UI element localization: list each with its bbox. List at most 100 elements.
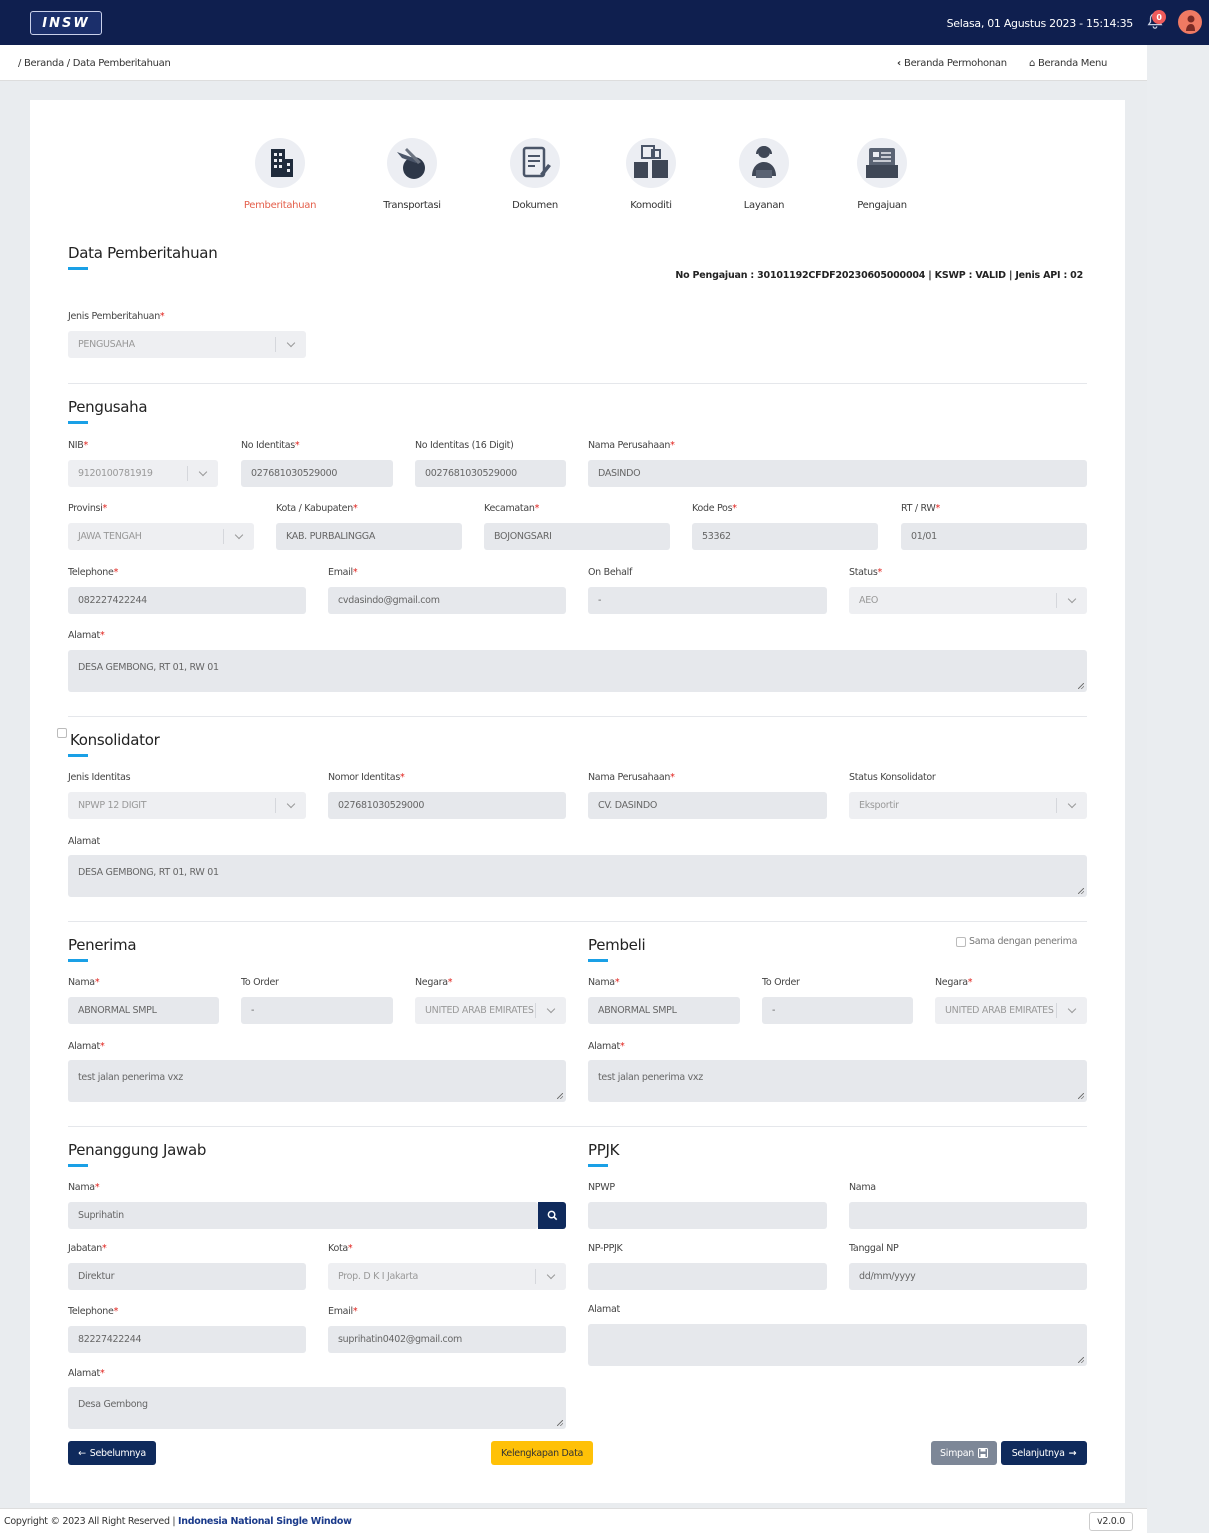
nib-select[interactable]: 9120100781919 xyxy=(68,460,218,487)
kota-field[interactable]: KAB. PURBALINGGA xyxy=(276,523,462,550)
select-separator xyxy=(275,337,276,352)
breadcrumb[interactable]: / Beranda / Data Pemberitahuan xyxy=(18,58,171,69)
ppjk-np-label: NP-PPJK xyxy=(588,1243,623,1254)
on-behalf-field[interactable]: - xyxy=(588,587,827,614)
konsolidator-alamat-label: Alamat xyxy=(68,836,100,847)
ppjk-np-field[interactable] xyxy=(588,1263,827,1290)
folder-icon xyxy=(857,138,907,188)
beranda-menu-link[interactable]: ⌂ Beranda Menu xyxy=(1029,58,1107,69)
pj-alamat-textarea[interactable]: Desa Gembong xyxy=(68,1387,566,1429)
scrollbar-track[interactable] xyxy=(1147,45,1209,1533)
pj-nama-label: Nama* xyxy=(68,1182,100,1193)
select-separator xyxy=(1056,1003,1057,1018)
step-dokumen[interactable]: Dokumen xyxy=(490,138,580,211)
ppjk-nama-field[interactable] xyxy=(849,1202,1087,1229)
section-title-data-pemberitahuan: Data Pemberitahuan xyxy=(68,244,218,262)
penerima-nama-field[interactable]: ABNORMAL SMPL xyxy=(68,997,219,1024)
no-identitas-16-field[interactable]: 0027681030529000 xyxy=(415,460,566,487)
copyright-label: Copyright © 2023 All Right Reserved | xyxy=(4,1516,179,1527)
pembeli-nama-field[interactable]: ABNORMAL SMPL xyxy=(588,997,740,1024)
kelengkapan-data-button[interactable]: Kelengkapan Data xyxy=(491,1441,593,1465)
no-identitas-field[interactable]: 027681030529000 xyxy=(241,460,393,487)
section-title-pembeli: Pembeli xyxy=(588,936,646,954)
no-identitas-16-label: No Identitas (16 Digit) xyxy=(415,440,514,451)
insw-link[interactable]: Indonesia National Single Window xyxy=(178,1516,352,1527)
footer: Copyright © 2023 All Right Reserved | In… xyxy=(0,1508,1147,1533)
status-konsolidator-select[interactable]: Eksportir xyxy=(849,792,1087,819)
penerima-alamat-textarea[interactable]: test jalan penerima vxz xyxy=(68,1060,566,1102)
boxes-icon xyxy=(626,138,676,188)
sebelumnya-button[interactable]: ← Sebelumnya xyxy=(68,1441,156,1465)
kode-pos-label: Kode Pos* xyxy=(692,503,737,514)
selanjutnya-button[interactable]: Selanjutnya → xyxy=(1001,1441,1087,1465)
arrow-left-icon: ← xyxy=(78,1447,86,1459)
penerima-to-order-field[interactable]: - xyxy=(241,997,393,1024)
status-konsolidator-label: Status Konsolidator xyxy=(849,772,936,783)
avatar[interactable] xyxy=(1178,10,1202,34)
step-label: Layanan xyxy=(743,200,785,211)
step-komoditi[interactable]: Komoditi xyxy=(606,138,696,211)
step-transportasi[interactable]: Transportasi xyxy=(367,138,457,211)
nomor-identitas-field[interactable]: 027681030529000 xyxy=(328,792,566,819)
pj-telephone-field[interactable]: 82227422244 xyxy=(68,1326,306,1353)
ppjk-npwp-field[interactable] xyxy=(588,1202,827,1229)
notification-badge: 0 xyxy=(1152,10,1166,24)
pj-nama-field[interactable]: Suprihatin xyxy=(68,1202,538,1229)
email-field[interactable]: cvdasindo@gmail.com xyxy=(328,587,566,614)
alamat-label: Alamat* xyxy=(68,630,105,641)
ppjk-tanggal-label: Tanggal NP xyxy=(849,1243,899,1254)
section-underline xyxy=(588,1164,608,1167)
ppjk-tanggal-field[interactable]: dd/mm/yyyy xyxy=(849,1263,1087,1290)
step-pengajuan[interactable]: Pengajuan xyxy=(837,138,927,211)
divider xyxy=(68,716,1087,717)
user-icon xyxy=(1186,15,1195,31)
simpan-button[interactable]: Simpan xyxy=(931,1441,997,1465)
pj-email-label: Email* xyxy=(328,1306,358,1317)
pj-alamat-label: Alamat* xyxy=(68,1368,105,1379)
kecamatan-field[interactable]: BOJONGSARI xyxy=(484,523,670,550)
simpan-label: Simpan xyxy=(940,1447,974,1459)
pj-telephone-label: Telephone* xyxy=(68,1306,119,1317)
support-agent-icon xyxy=(739,138,789,188)
jenis-pemberitahuan-select[interactable]: PENGUSAHA xyxy=(68,331,306,358)
jenis-identitas-select[interactable]: NPWP 12 DIGIT xyxy=(68,792,306,819)
ppjk-alamat-textarea[interactable] xyxy=(588,1324,1087,1366)
pj-kota-select[interactable]: Prop. D K I Jakarta xyxy=(328,1263,566,1290)
ppjk-nama-label: Nama xyxy=(849,1182,876,1193)
konsolidator-checkbox[interactable] xyxy=(57,728,67,738)
konsolidator-nama-field[interactable]: CV. DASINDO xyxy=(588,792,827,819)
breadcrumb-bar: / Beranda / Data Pemberitahuan ‹ Beranda… xyxy=(0,45,1147,81)
kode-pos-field[interactable]: 53362 xyxy=(692,523,878,550)
pembeli-to-order-label: To Order xyxy=(762,977,800,988)
section-underline xyxy=(68,959,88,962)
pj-jabatan-label: Jabatan* xyxy=(68,1243,107,1254)
section-title-pengusaha: Pengusaha xyxy=(68,398,148,416)
telephone-field[interactable]: 082227422244 xyxy=(68,587,306,614)
step-layanan[interactable]: Layanan xyxy=(719,138,809,211)
chevron-left-icon: ‹ xyxy=(897,58,905,69)
step-pemberitahuan[interactable]: Pemberitahuan xyxy=(235,138,325,211)
pembeli-to-order-field[interactable]: - xyxy=(762,997,913,1024)
pj-jabatan-field[interactable]: Direktur xyxy=(68,1263,306,1290)
alamat-textarea[interactable]: DESA GEMBONG, RT 01, RW 01 xyxy=(68,650,1087,692)
step-label: Transportasi xyxy=(383,200,441,211)
provinsi-select[interactable]: JAWA TENGAH xyxy=(68,523,254,550)
penerima-negara-select[interactable]: UNITED ARAB EMIRATES xyxy=(415,997,566,1024)
konsolidator-alamat-textarea[interactable]: DESA GEMBONG, RT 01, RW 01 xyxy=(68,855,1087,897)
sama-dengan-penerima-checkbox[interactable] xyxy=(956,937,966,947)
pembeli-negara-select[interactable]: UNITED ARAB EMIRATES xyxy=(935,997,1087,1024)
nama-perusahaan-field[interactable]: DASINDO xyxy=(588,460,1087,487)
pj-email-field[interactable]: suprihatin0402@gmail.com xyxy=(328,1326,566,1353)
penerima-nama-label: Nama* xyxy=(68,977,100,988)
nomor-identitas-label: Nomor Identitas* xyxy=(328,772,405,783)
pj-search-button[interactable] xyxy=(538,1202,566,1229)
beranda-permohonan-link[interactable]: ‹ Beranda Permohonan xyxy=(897,58,1007,69)
status-select[interactable]: AEO xyxy=(849,587,1087,614)
step-label: Pemberitahuan xyxy=(243,200,317,211)
insw-logo[interactable]: INSW xyxy=(30,11,102,35)
section-title-ppjk: PPJK xyxy=(588,1141,620,1159)
ppjk-alamat-label: Alamat xyxy=(588,1304,620,1315)
pembeli-alamat-textarea[interactable]: test jalan penerima vxz xyxy=(588,1060,1087,1102)
kota-label: Kota / Kabupaten* xyxy=(276,503,358,514)
rt-rw-field[interactable]: 01/01 xyxy=(901,523,1087,550)
